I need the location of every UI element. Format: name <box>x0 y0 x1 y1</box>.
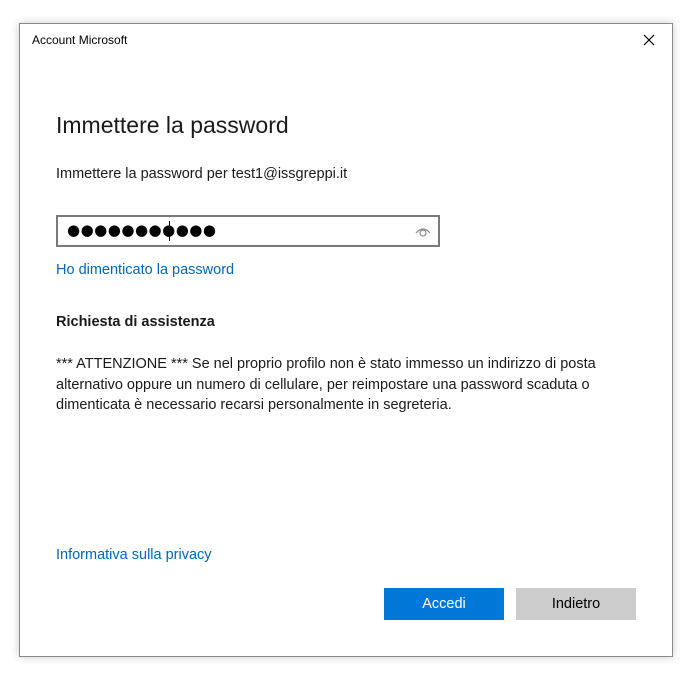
password-input[interactable]: ●●●●●●●●●●● <box>56 215 440 247</box>
forgot-password-link[interactable]: Ho dimenticato la password <box>56 262 234 278</box>
eye-icon[interactable] <box>414 223 432 239</box>
sign-in-button[interactable]: Accedi <box>384 588 504 620</box>
page-title: Immettere la password <box>56 112 289 138</box>
close-icon <box>643 34 655 46</box>
account-prompt: Immettere la password per test1@issgrepp… <box>56 166 348 182</box>
title-bar: Account Microsoft <box>20 24 672 56</box>
help-heading: Richiesta di assistenza <box>56 314 215 330</box>
help-notice: *** ATTENZIONE *** Se nel proprio profil… <box>56 356 596 413</box>
privacy-link[interactable]: Informativa sulla privacy <box>56 547 212 563</box>
close-button[interactable] <box>626 24 672 56</box>
dialog-window: Account Microsoft Immettere la password … <box>19 23 673 657</box>
text-caret <box>169 221 170 241</box>
back-button[interactable]: Indietro <box>516 588 636 620</box>
password-value: ●●●●●●●●●●● <box>67 221 217 239</box>
window-title: Account Microsoft <box>32 33 128 47</box>
